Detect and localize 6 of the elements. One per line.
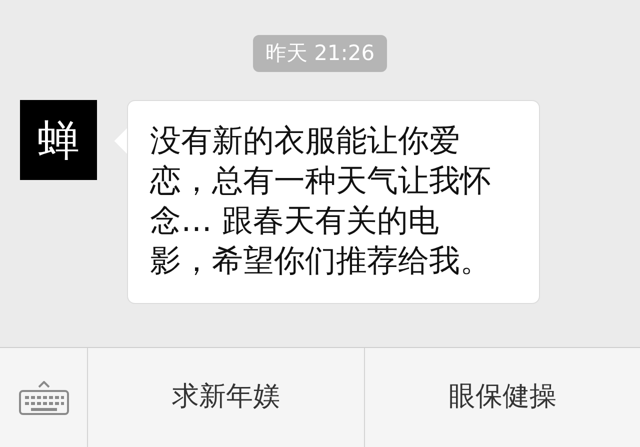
avatar[interactable]: 蝉 <box>20 100 97 180</box>
menu-button[interactable]: 眼保健操 <box>364 348 640 447</box>
menu-button[interactable]: 求新年媄 <box>88 348 364 447</box>
timestamp: 昨天 21:26 <box>253 35 387 72</box>
message-text: 没有新的衣服能让你爱恋，总有一种天气让我怀念… 跟春天有关的电影，希望你们推荐给我。 <box>150 122 492 281</box>
keyboard-icon <box>18 380 68 414</box>
